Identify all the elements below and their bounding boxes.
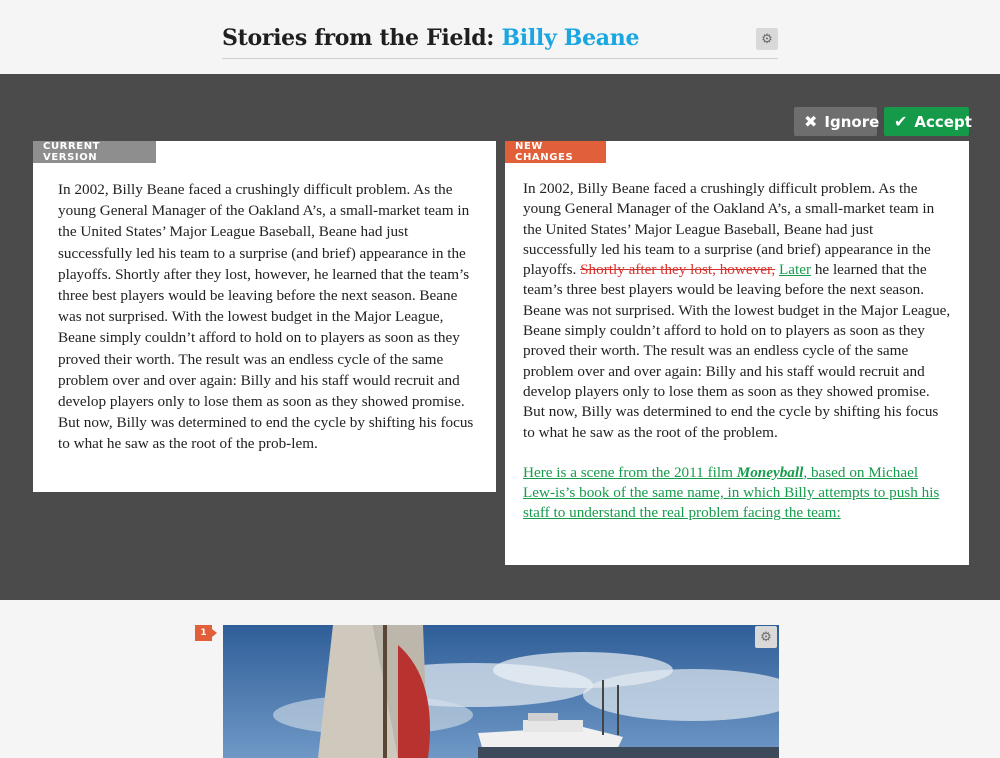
close-icon: ✖ (804, 111, 818, 131)
ignore-label: Ignore (824, 112, 880, 131)
photo-sailboat[interactable] (223, 625, 779, 758)
gear-icon[interactable]: ⚙ (755, 626, 777, 648)
photo-image (223, 625, 779, 758)
new-changes-text: In 2002, Billy Beane faced a crushingly … (523, 179, 951, 524)
gear-icon[interactable]: ⚙ (756, 28, 778, 50)
inserted-text[interactable]: Later (779, 261, 811, 278)
page-header: Stories from the Field: Billy Beane ⚙ (0, 0, 1000, 74)
ignore-button[interactable]: ✖ Ignore (794, 107, 880, 136)
new-changes-tag: NEW CHANGES (505, 141, 606, 163)
page-title: Stories from the Field: Billy Beane (222, 25, 639, 51)
accept-button[interactable]: ✔ Accept (884, 107, 972, 136)
title-field[interactable]: Stories from the Field: Billy Beane (222, 22, 778, 59)
film-title: Moneyball (736, 463, 804, 481)
comment-marker[interactable]: 1 (195, 625, 217, 641)
inserted-text: Here is a scene from the 2011 film (523, 463, 737, 481)
deleted-text[interactable]: Shortly after they lost, however, (580, 261, 775, 278)
check-icon: ✔ (894, 111, 908, 131)
unchanged-text: he learned that the team’s three best pl… (523, 261, 951, 441)
inserted-paragraph[interactable]: Here is a scene from the 2011 film Money… (523, 463, 951, 524)
accept-label: Accept (914, 112, 972, 131)
current-version-text: In 2002, Billy Beane faced a crushingly … (58, 181, 474, 453)
new-changes-panel: NEW CHANGES In 2002, Billy Beane faced a… (505, 141, 969, 565)
current-version-tag: CURRENT VERSION (33, 141, 156, 163)
title-prefix: Stories from the Field: (222, 25, 502, 51)
content-area: 1 ⚙ (0, 600, 1000, 758)
current-version-panel: CURRENT VERSION In 2002, Billy Beane fac… (33, 141, 496, 492)
title-accent: Billy Beane (501, 25, 640, 51)
changed-paragraph: In 2002, Billy Beane faced a crushingly … (523, 179, 951, 443)
review-band: ✖ Ignore ✔ Accept CURRENT VERSION In 200… (0, 74, 1000, 600)
